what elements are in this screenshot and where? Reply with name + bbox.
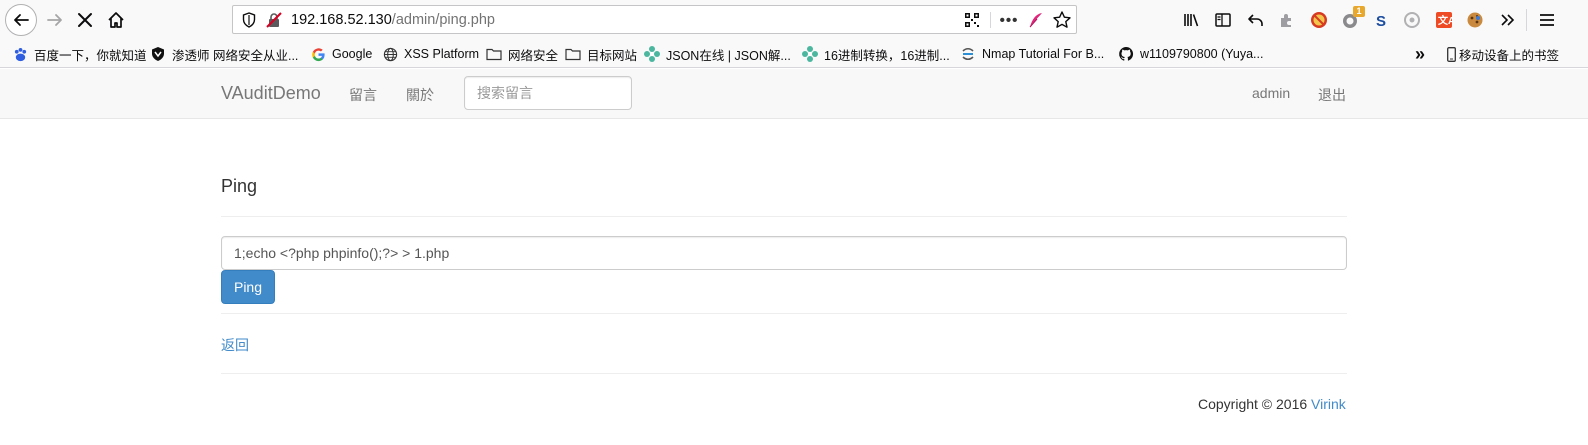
- nav-item-messages[interactable]: 留言: [349, 85, 377, 105]
- url-text[interactable]: 192.168.52.130/admin/ping.php: [291, 12, 495, 28]
- toolbar-divider: [1526, 9, 1527, 31]
- nav-item-about[interactable]: 關於: [406, 85, 434, 105]
- bookmark-pentest[interactable]: 渗透师 网络安全从业...: [150, 45, 298, 63]
- site-navbar: VAuditDemo 留言 關於 admin 退出: [0, 69, 1588, 119]
- close-icon: [78, 13, 92, 27]
- tracking-shield-icon[interactable]: [241, 12, 257, 28]
- bookmark-label: w1109790800 (Yuya...: [1140, 47, 1264, 61]
- overflow-chevron-icon[interactable]: [1497, 10, 1517, 30]
- nav-item-logout[interactable]: 退出: [1318, 85, 1346, 105]
- arrow-left-icon: [14, 14, 29, 26]
- gear-flower-icon: [802, 46, 818, 62]
- insecure-lock-icon[interactable]: [266, 12, 282, 28]
- ping-command-input[interactable]: [221, 236, 1347, 270]
- author-link[interactable]: Virink: [1311, 396, 1346, 412]
- bookmark-folder-target[interactable]: 目标网站: [565, 45, 637, 63]
- folder-icon: [486, 46, 502, 62]
- nmap-icon: [960, 46, 976, 62]
- puzzle-extension-icon[interactable]: [1277, 10, 1297, 30]
- home-icon: [108, 12, 124, 28]
- bookmark-github[interactable]: w1109790800 (Yuya...: [1118, 45, 1263, 63]
- footer-copyright: Copyright © 2016 Virink: [1198, 396, 1346, 412]
- mobile-device-icon: [1446, 46, 1456, 62]
- bookmark-google[interactable]: Google: [310, 45, 372, 63]
- browser-toolbar: 192.168.52.130/admin/ping.php ••• 1 S 文A: [0, 0, 1588, 40]
- url-separator: [990, 12, 991, 28]
- svg-text:文A: 文A: [1438, 14, 1453, 27]
- github-icon: [1118, 46, 1134, 62]
- bookmark-label: 百度一下，你就知道: [34, 48, 147, 63]
- menu-hamburger-icon[interactable]: [1537, 10, 1557, 30]
- bookmark-label: XSS Platform: [404, 47, 480, 61]
- translate-extension-icon[interactable]: 文A: [1434, 10, 1454, 30]
- bookmark-label: JSON在线 | JSON解...: [666, 48, 791, 63]
- sidebar-icon[interactable]: [1213, 10, 1233, 30]
- bookmark-hex[interactable]: 16进制转换，16进制...: [802, 45, 950, 63]
- bookmark-nmap[interactable]: Nmap Tutorial For B...: [960, 45, 1104, 63]
- page-title: Ping: [221, 176, 258, 196]
- divider: [221, 313, 1347, 314]
- mobile-bookmarks[interactable]: 移动设备上的书签: [1446, 45, 1559, 63]
- feather-icon[interactable]: [1027, 11, 1045, 29]
- bookmarks-overflow-button[interactable]: »: [1415, 44, 1425, 64]
- bookmark-label: 16进制转换，16进制...: [824, 48, 950, 63]
- bookmark-baidu[interactable]: 百度一下，你就知道: [12, 45, 147, 63]
- bookmark-star-icon[interactable]: [1052, 10, 1072, 30]
- bookmark-json[interactable]: JSON在线 | JSON解...: [644, 45, 791, 63]
- cookie-extension-icon[interactable]: [1465, 10, 1485, 30]
- bookmark-label: 渗透师 网络安全从业...: [172, 48, 299, 63]
- block-extension-icon[interactable]: [1309, 10, 1329, 30]
- arrow-right-icon: [47, 14, 62, 26]
- site-brand[interactable]: VAuditDemo: [221, 83, 321, 104]
- shield-logo-icon: [150, 46, 166, 62]
- bookmark-xss-platform[interactable]: XSS Platform: [382, 45, 479, 63]
- divider: [221, 373, 1347, 374]
- svg-text:S: S: [1376, 13, 1386, 29]
- back-link[interactable]: 返回: [221, 335, 249, 355]
- bookmark-label: 目标网站: [587, 48, 638, 63]
- baidu-paw-icon: [12, 46, 28, 62]
- s-extension-icon[interactable]: S: [1371, 10, 1391, 30]
- folder-icon: [565, 46, 581, 62]
- nav-item-admin[interactable]: admin: [1252, 85, 1290, 101]
- bookmark-label: 移动设备上的书签: [1459, 48, 1560, 63]
- bookmark-label: Nmap Tutorial For B...: [982, 47, 1105, 61]
- bookmarks-bar: 百度一下，你就知道 渗透师 网络安全从业... Google XSS Platf…: [0, 40, 1588, 68]
- url-bar[interactable]: 192.168.52.130/admin/ping.php •••: [232, 5, 1077, 34]
- bookmark-label: 网络安全: [508, 48, 559, 63]
- globe-icon: [382, 46, 398, 62]
- forward-button[interactable]: [40, 5, 70, 35]
- gray-gear-extension-icon[interactable]: [1402, 10, 1422, 30]
- library-icon[interactable]: [1182, 10, 1202, 30]
- bookmark-folder-security[interactable]: 网络安全: [486, 45, 558, 63]
- copyright-text: Copyright © 2016: [1198, 396, 1312, 412]
- undo-icon[interactable]: [1246, 10, 1266, 30]
- divider: [221, 216, 1347, 217]
- home-button[interactable]: [101, 5, 131, 35]
- page-actions-icon[interactable]: •••: [997, 8, 1021, 32]
- back-button[interactable]: [5, 4, 37, 36]
- bookmark-label: Google: [332, 47, 373, 61]
- gear-flower-icon: [644, 46, 660, 62]
- qr-code-icon[interactable]: [964, 12, 980, 28]
- search-input[interactable]: [464, 76, 632, 110]
- extension-badge: 1: [1353, 6, 1365, 17]
- ping-button[interactable]: Ping: [221, 270, 275, 304]
- google-g-icon: [310, 46, 326, 62]
- stop-button[interactable]: [70, 5, 100, 35]
